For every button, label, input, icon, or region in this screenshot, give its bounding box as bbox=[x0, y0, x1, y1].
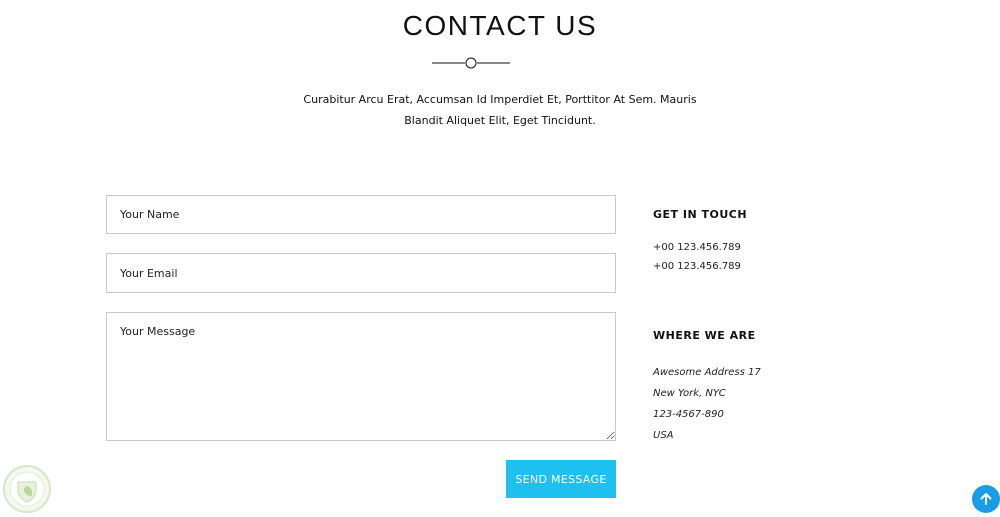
contact-page: CONTACT US Curabitur Arcu Erat, Accumsan… bbox=[0, 0, 1000, 517]
message-textarea[interactable] bbox=[106, 312, 616, 441]
scroll-to-top-button[interactable] bbox=[972, 485, 1000, 513]
intro-line-2: Blandit Aliquet Elit, Eget Tincidunt. bbox=[404, 114, 596, 127]
intro-text: Curabitur Arcu Erat, Accumsan Id Imperdi… bbox=[0, 89, 1000, 131]
divider-icon bbox=[432, 57, 510, 69]
page-title: CONTACT US bbox=[402, 10, 598, 41]
phone-line: +00 123.456.789 bbox=[653, 242, 741, 253]
email-input[interactable] bbox=[106, 253, 616, 293]
name-input[interactable] bbox=[106, 195, 616, 234]
address-line: New York, NYC bbox=[653, 388, 726, 399]
address-line: Awesome Address 17 bbox=[653, 367, 761, 378]
leaf-badge-icon bbox=[3, 465, 51, 513]
where-we-are-heading: WHERE WE ARE bbox=[653, 329, 756, 342]
address-line: USA bbox=[653, 430, 674, 441]
arrow-up-icon bbox=[980, 493, 992, 505]
get-in-touch-heading: GET IN TOUCH bbox=[653, 208, 748, 221]
phone-line: +00 123.456.789 bbox=[653, 261, 741, 272]
address-line: 123-4567-890 bbox=[653, 409, 724, 420]
intro-line-1: Curabitur Arcu Erat, Accumsan Id Imperdi… bbox=[303, 93, 697, 106]
send-message-button[interactable]: SEND MESSAGE bbox=[506, 460, 616, 498]
